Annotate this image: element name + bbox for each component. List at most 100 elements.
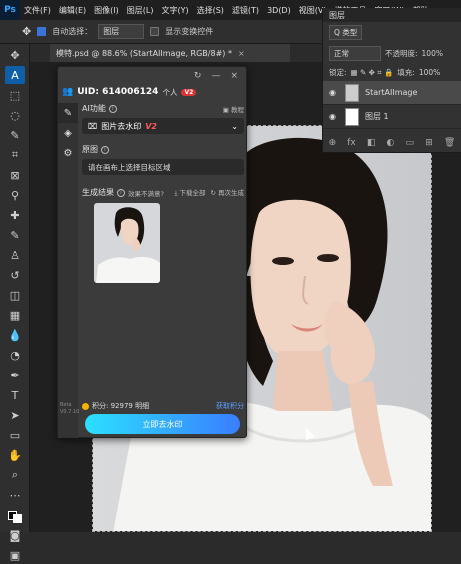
feature-version: V2 — [145, 121, 157, 131]
auto-select-dropdown[interactable]: 图层 — [98, 24, 145, 39]
feedback-link[interactable]: 效果不满意? — [128, 188, 164, 198]
download-all-link[interactable]: ⤓ 下载全部 — [175, 187, 206, 198]
quick-mask-icon[interactable]: ◙ — [5, 526, 25, 544]
opacity-label: 不透明度: — [385, 49, 418, 58]
fx-icon[interactable]: fx — [347, 138, 356, 148]
credits-text[interactable]: 积分: 92979 明细 — [92, 402, 149, 410]
blend-row: 正常 不透明度: 100% — [323, 43, 461, 64]
ai-function-label: AI功能 — [82, 104, 106, 113]
result-heading: 生成结果 i 效果不满意? — [82, 187, 164, 198]
vip-badge: V2 — [181, 88, 197, 96]
layer-name: StartAIImage — [365, 88, 418, 97]
delete-layer-icon[interactable]: 🗑 — [444, 138, 455, 148]
target-area-field[interactable]: 请在画布上选择目标区域 — [82, 159, 244, 175]
lock-icons[interactable]: ▦ ✎ ✥ ⌗ 🔒 — [351, 68, 394, 78]
regenerate-link[interactable]: ↻ 再次生成 — [210, 187, 244, 198]
info-icon[interactable]: i — [101, 145, 109, 154]
layer-1[interactable]: ◉ 图层 1 — [323, 105, 461, 129]
users-icon: 👥 — [62, 87, 74, 97]
new-layer-icon[interactable]: ⊞ — [425, 138, 433, 148]
menu-edit[interactable]: 编辑(E) — [55, 5, 90, 16]
screen-mode-icon[interactable]: ▣ — [5, 546, 25, 564]
close-icon[interactable]: × — [230, 71, 238, 81]
hand-tool-icon[interactable]: ✋ — [5, 446, 25, 464]
layer-name: 图层 1 — [365, 112, 389, 121]
history-brush-icon[interactable]: ↺ — [5, 266, 25, 284]
result-thumbnail[interactable] — [94, 203, 160, 283]
layer-thumbnail — [345, 107, 359, 126]
quick-select-tool-icon[interactable]: ✎ — [5, 126, 25, 144]
pen-tool-icon[interactable]: ✒ — [5, 366, 25, 384]
brush-tool-icon[interactable]: ✎ — [5, 226, 25, 244]
lock-row: 锁定: ▦ ✎ ✥ ⌗ 🔒 填充: 100% — [323, 64, 461, 81]
remove-watermark-button[interactable]: 立即去水印 — [85, 414, 240, 434]
original-label: 原图 — [82, 145, 98, 154]
visibility-eye-icon[interactable]: ◉ — [329, 112, 339, 121]
plugin-version: Beta V0.7.10 — [60, 402, 80, 415]
add-mask-icon[interactable]: ◧ — [367, 138, 376, 148]
photoshop-logo: Ps — [0, 0, 20, 20]
blur-tool-icon[interactable]: 💧 — [5, 326, 25, 344]
layers-panel: 图层 Q 类型 正常 不透明度: 100% 锁定: ▦ ✎ ✥ ⌗ 🔒 填充: … — [322, 8, 461, 153]
type-tool-icon[interactable]: T — [5, 386, 25, 404]
gradient-tool-icon[interactable]: ▦ — [5, 306, 25, 324]
fill-value[interactable]: 100% — [419, 68, 440, 77]
minimize-icon[interactable]: — — [211, 71, 220, 81]
stamp-tool-icon[interactable]: ♙ — [5, 246, 25, 264]
brush-feature-icon[interactable]: ✎ — [58, 103, 78, 123]
user-info: 👥 UID: 614006124 个人 V2 — [62, 83, 246, 101]
move-tool-icon[interactable]: ✥ — [5, 46, 25, 64]
refresh-icon[interactable]: ↻ — [194, 71, 202, 81]
tutorial-link[interactable]: ▣ 教程 — [223, 104, 244, 114]
move-tool-icon[interactable]: ✥ — [22, 25, 31, 38]
document-tab[interactable]: 模特.psd @ 88.6% (StartAIImage, RGB/8#) * … — [50, 44, 290, 62]
color-swatch-icon[interactable] — [5, 506, 25, 524]
frame-tool-icon[interactable]: ⊠ — [5, 166, 25, 184]
auto-select-checkbox[interactable] — [37, 27, 47, 36]
link-layers-icon[interactable]: ⊕ — [329, 138, 337, 148]
original-heading: 原图 i — [82, 144, 244, 155]
settings-gear-icon[interactable]: ⚙ — [58, 143, 78, 163]
tutorial-label: 教程 — [231, 105, 244, 114]
get-credits-link[interactable]: 获取积分 — [216, 401, 244, 411]
eraser-tool-icon[interactable]: ◫ — [5, 286, 25, 304]
menu-filter[interactable]: 滤镜(T) — [228, 5, 263, 16]
crop-tool-icon[interactable]: ⌗ — [5, 146, 25, 164]
menu-3d[interactable]: 3D(D) — [263, 6, 295, 15]
shape-tool-icon[interactable]: ▭ — [5, 426, 25, 444]
regenerate-label: 再次生成 — [218, 189, 244, 197]
path-select-tool-icon[interactable]: ➤ — [5, 406, 25, 424]
feature-dropdown[interactable]: ⌧ 图片去水印 V2 ⌄ — [82, 118, 244, 134]
startai-tool-icon[interactable]: A — [5, 66, 25, 84]
adjustment-layer-icon[interactable]: ◐ — [387, 138, 395, 148]
new-group-icon[interactable]: ▭ — [406, 138, 415, 148]
close-tab-icon[interactable]: × — [238, 49, 245, 58]
layer-kind-filter[interactable]: Q 类型 — [329, 25, 363, 40]
info-icon[interactable]: i — [117, 188, 125, 197]
menu-type[interactable]: 文字(Y) — [157, 5, 192, 16]
healing-brush-icon[interactable]: ✚ — [5, 206, 25, 224]
uid-text: UID: 614006124 — [77, 87, 159, 97]
dodge-tool-icon[interactable]: ◔ — [5, 346, 25, 364]
feature-select-label: 图片去水印 — [101, 121, 142, 131]
menu-file[interactable]: 文件(F) — [20, 5, 55, 16]
zoom-tool-icon[interactable]: ⌕ — [5, 466, 25, 484]
layers-feature-icon[interactable]: ◈ — [58, 123, 78, 143]
info-icon[interactable]: i — [108, 104, 117, 113]
menu-image[interactable]: 图像(I) — [90, 5, 123, 16]
opacity-value[interactable]: 100% — [422, 49, 443, 58]
transform-controls-label: 显示变换控件 — [165, 27, 214, 36]
transform-controls-checkbox[interactable] — [150, 27, 160, 36]
eyedropper-tool-icon[interactable]: ⚲ — [5, 186, 25, 204]
visibility-eye-icon[interactable]: ◉ — [329, 88, 339, 97]
result-label: 生成结果 — [82, 188, 114, 197]
credits-info: 积分: 92979 明细 — [82, 401, 149, 411]
layer-startaiimage[interactable]: ◉ StartAIImage — [323, 81, 461, 105]
menu-layer[interactable]: 图层(L) — [123, 5, 158, 16]
layers-filter-row: Q 类型 — [323, 22, 461, 43]
blend-mode-select[interactable]: 正常 — [329, 46, 381, 61]
more-tools-icon[interactable]: ⋯ — [5, 486, 25, 504]
lasso-tool-icon[interactable]: ◌ — [5, 106, 25, 124]
marquee-tool-icon[interactable]: ⬚ — [5, 86, 25, 104]
menu-select[interactable]: 选择(S) — [193, 5, 228, 16]
